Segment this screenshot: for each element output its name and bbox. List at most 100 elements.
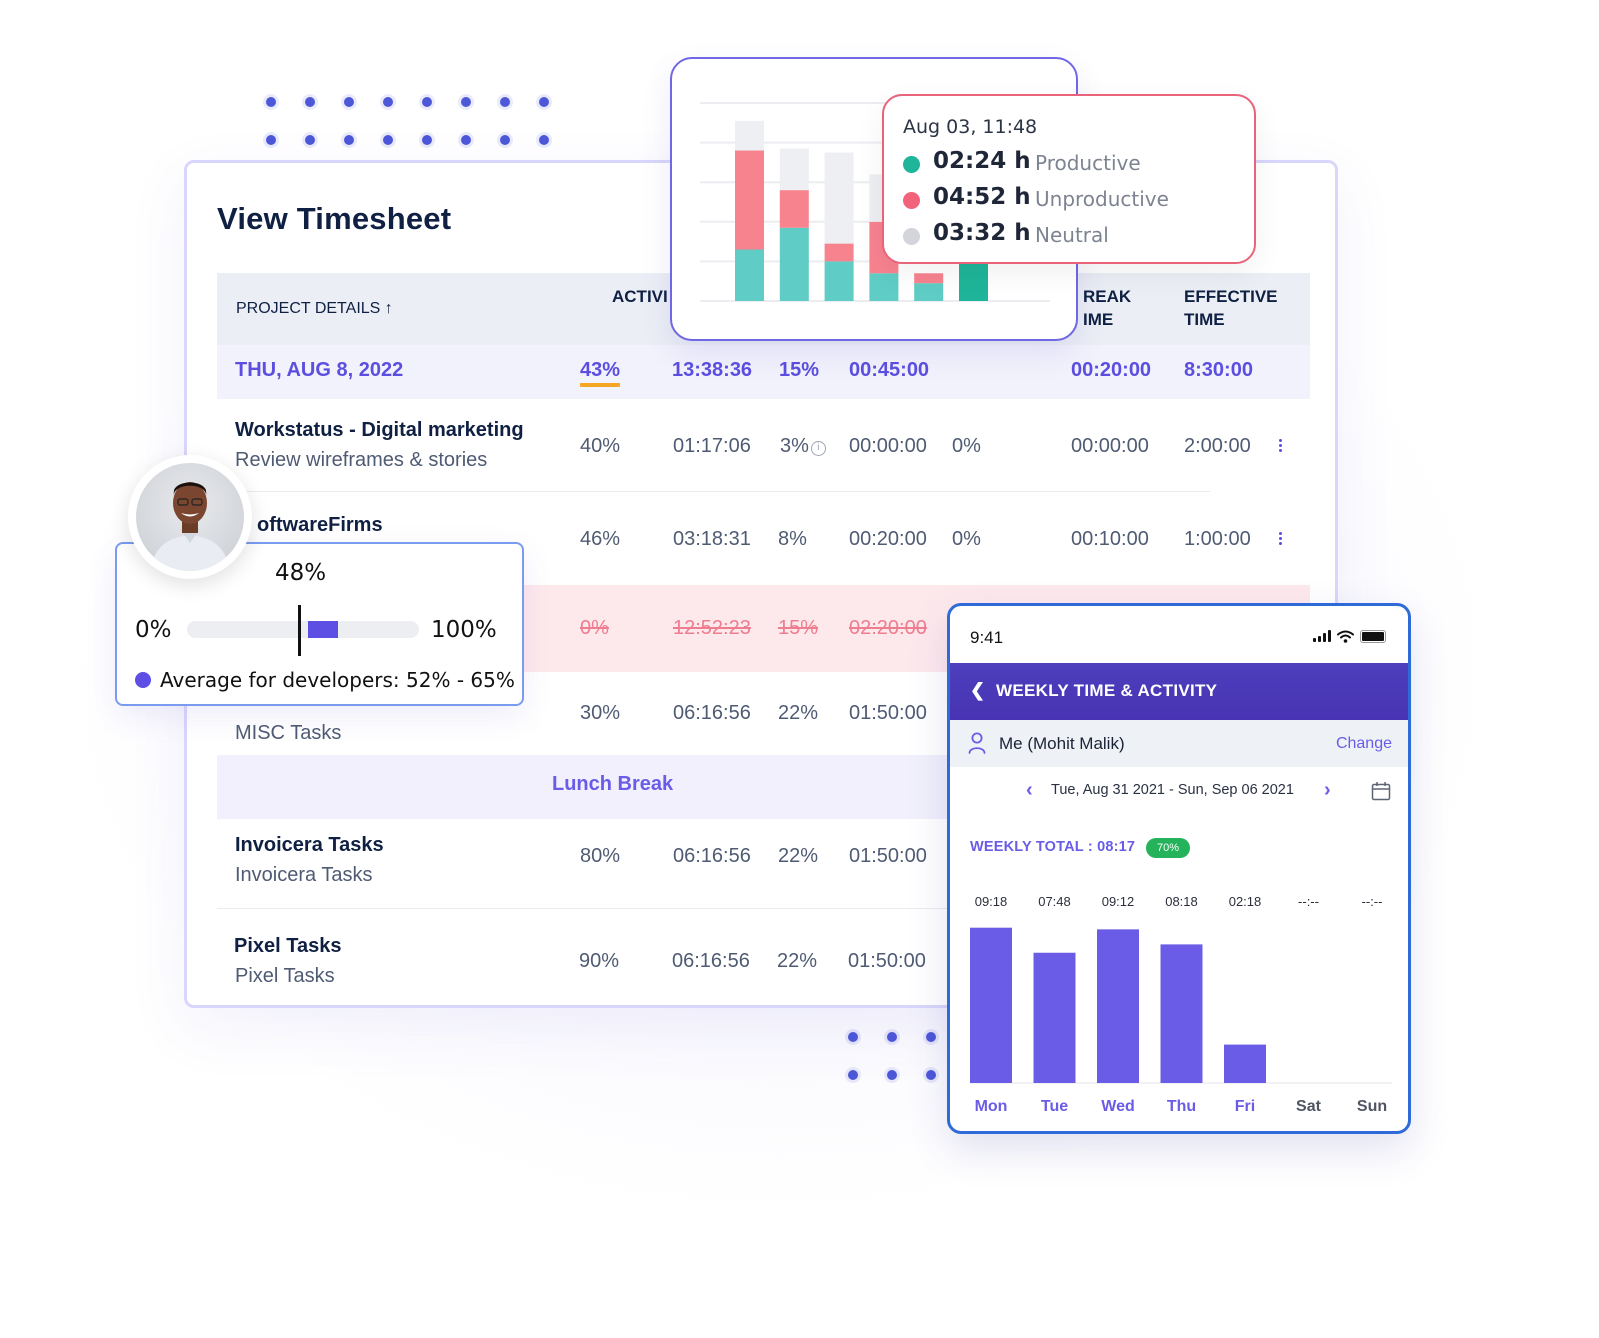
weekly-total: WEEKLY TOTAL : 08:17 xyxy=(970,839,1136,855)
project-name: Workstatus - Digital marketing xyxy=(235,419,524,441)
column-header-effective-time-line2: TIME xyxy=(1184,310,1225,329)
bar-segment-productive[interactable] xyxy=(735,249,764,301)
tooltip-date: Aug 03, 11:48 xyxy=(903,116,1038,138)
manual-pct: 0% xyxy=(952,435,981,457)
column-header-project-details[interactable]: PROJECT DETAILS ↑ xyxy=(236,297,393,320)
activity-pct: 80% xyxy=(580,845,621,867)
bar-segment-unproductive[interactable] xyxy=(779,190,809,228)
weekly-bar[interactable] xyxy=(970,927,1012,1083)
idle-pct: 8% xyxy=(778,528,807,550)
page-title: View Timesheet xyxy=(217,201,452,236)
decorative-dot xyxy=(305,135,315,145)
idle-pct: 22% xyxy=(778,845,819,867)
calendar-icon[interactable] xyxy=(1371,781,1391,801)
battery-icon xyxy=(1360,629,1386,643)
bar-segment-neutral[interactable] xyxy=(824,152,854,244)
date-range-selector: ‹ Tue, Aug 31 2021 - Sun, Sep 06 2021 › xyxy=(950,778,1408,808)
bar-segment-productive[interactable] xyxy=(869,273,899,301)
info-icon[interactable]: i xyxy=(810,441,826,456)
break-time: 00:10:00 xyxy=(1071,528,1149,550)
unproductive-dot-icon xyxy=(903,192,920,209)
change-user-link[interactable]: Change xyxy=(1336,735,1392,753)
user-icon xyxy=(968,732,986,754)
weekly-bar[interactable] xyxy=(1224,1044,1266,1083)
activity-pct: 0% xyxy=(580,617,609,639)
decorative-dot xyxy=(848,1070,858,1080)
decorative-dot xyxy=(461,135,471,145)
bar-segment-neutral[interactable] xyxy=(779,148,809,191)
idle-time: 02:20:00 xyxy=(849,617,927,639)
day-label: Sat xyxy=(1296,1098,1322,1115)
column-header-break-time-line1: REAK xyxy=(1083,287,1132,306)
decorative-dot-grid xyxy=(848,1032,936,1080)
bar-value-label: 09:18 xyxy=(975,894,1008,909)
idle-pct: 22% xyxy=(777,950,818,972)
header-title: WEEKLY TIME & ACTIVITY xyxy=(996,681,1218,700)
signal-icon xyxy=(1313,630,1331,642)
bar-segment-unproductive[interactable] xyxy=(824,243,854,262)
idle-pct: 22% xyxy=(778,702,819,724)
more-options-icon[interactable] xyxy=(1279,532,1283,547)
bar-segment-unproductive[interactable] xyxy=(735,150,764,250)
tooltip-value: 04:52 h xyxy=(933,184,1031,210)
lunch-break-label: Lunch Break xyxy=(552,773,674,795)
decorative-dot xyxy=(926,1070,936,1080)
table-row[interactable]: Workstatus - Digital marketing Review wi… xyxy=(217,399,1310,492)
weekly-bar[interactable] xyxy=(1033,952,1076,1083)
next-week-chevron-icon[interactable]: › xyxy=(1324,779,1331,802)
project-name: Pixel Tasks xyxy=(234,935,342,957)
activity-pct: 90% xyxy=(579,950,620,972)
summary-time: 13:38:36 xyxy=(672,359,753,381)
app-header: ❮ WEEKLY TIME & ACTIVITY xyxy=(950,663,1408,720)
decorative-dot xyxy=(539,97,549,107)
bar-value-label: --:-- xyxy=(1298,894,1319,909)
tracked-time: 12:52:23 xyxy=(673,617,751,639)
summary-date: THU, AUG 8, 2022 xyxy=(235,359,404,381)
status-bar-time: 9:41 xyxy=(970,628,1004,647)
user-selector: Me (Mohit Malik) Change xyxy=(950,720,1408,767)
bar-value-label: 09:12 xyxy=(1102,894,1135,909)
column-header-break-time-line2: IME xyxy=(1083,310,1114,329)
column-header-effective-time-line1: EFFECTIVE xyxy=(1184,287,1278,306)
bar-segment-productive[interactable] xyxy=(914,283,944,301)
previous-week-chevron-icon[interactable]: ‹ xyxy=(1026,779,1033,802)
decorative-dot xyxy=(422,97,432,107)
project-name: oftwareFirms xyxy=(257,514,383,536)
task-name: Review wireframes & stories xyxy=(235,449,488,471)
decorative-dot xyxy=(422,135,432,145)
legend-dot-icon xyxy=(135,672,151,688)
column-header-activity[interactable]: ACTIVI xyxy=(612,285,668,308)
bar-segment-unproductive[interactable] xyxy=(914,273,944,284)
weekly-bar[interactable] xyxy=(1097,929,1139,1083)
tooltip-label: Neutral xyxy=(1035,223,1109,247)
bar-segment-productive[interactable] xyxy=(779,227,809,301)
decorative-dot xyxy=(344,135,354,145)
summary-activity: 43% xyxy=(580,359,621,387)
gauge-max-label: 100% xyxy=(431,617,497,643)
decorative-dot-grid xyxy=(266,97,549,145)
more-options-icon[interactable] xyxy=(1279,439,1283,454)
day-label: Thu xyxy=(1167,1098,1196,1115)
gauge-value: 48% xyxy=(275,560,327,586)
selected-user-name: Me (Mohit Malik) xyxy=(999,734,1125,753)
back-arrow-icon[interactable]: ❮ xyxy=(970,680,985,701)
decorative-dot xyxy=(305,97,315,107)
day-label: Sun xyxy=(1357,1098,1387,1115)
weekly-bar[interactable] xyxy=(1160,944,1203,1083)
effective-time: 1:00:00 xyxy=(1184,528,1251,550)
weekly-bar-chart: 09:18 Mon 07:48 Tue 09:12 Wed 08:18 Thu 02:18 Fri… xyxy=(970,894,1392,1115)
column-header-effective-time[interactable]: EFFECTIVE TIME xyxy=(1184,285,1278,331)
idle-time: 01:50:00 xyxy=(849,845,927,867)
decorative-dot xyxy=(266,135,276,145)
idle-time: 01:50:00 xyxy=(849,702,927,724)
neutral-dot-icon xyxy=(903,228,920,245)
avatar xyxy=(128,455,252,579)
task-name: Pixel Tasks xyxy=(235,965,335,987)
break-time: 00:00:00 xyxy=(1071,435,1149,457)
decorative-dot xyxy=(383,135,393,145)
bar-segment-productive[interactable] xyxy=(824,261,854,301)
bar-segment-neutral[interactable] xyxy=(735,120,764,151)
column-header-break-time[interactable]: REAK IME xyxy=(1083,285,1131,331)
idle-pct: 15% xyxy=(778,617,819,639)
day-label: Wed xyxy=(1101,1098,1134,1115)
